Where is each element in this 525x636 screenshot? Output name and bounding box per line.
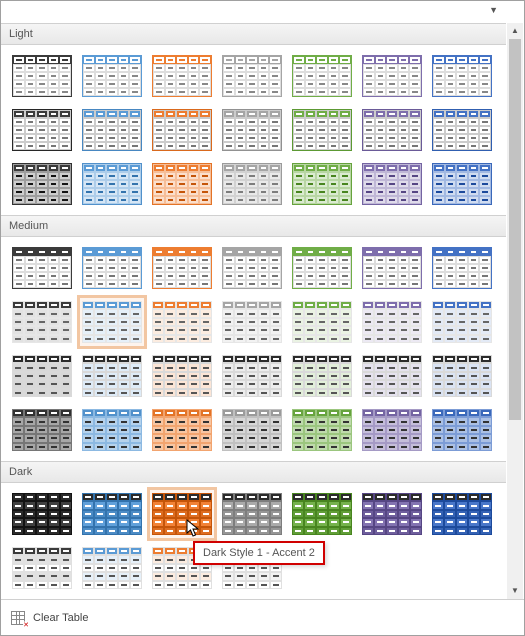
table-style-light1-accent2[interactable] (147, 49, 217, 103)
styles-panel: Light Medium Dark (1, 23, 506, 599)
table-style-light3-accent1[interactable] (77, 157, 147, 211)
table-style-light3-default[interactable] (7, 157, 77, 211)
table-style-medium1-accent2[interactable] (147, 241, 217, 295)
table-style-medium3-accent4[interactable] (287, 349, 357, 403)
table-style-medium3-accent5[interactable] (357, 349, 427, 403)
table-style-medium1-accent5[interactable] (357, 241, 427, 295)
table-style-medium1-accent1[interactable] (77, 241, 147, 295)
table-style-medium4-default[interactable] (7, 403, 77, 457)
dropdown-arrow-icon[interactable]: ▼ (489, 5, 498, 15)
table-style-medium2-accent5[interactable] (357, 295, 427, 349)
table-style-medium4-accent2[interactable] (147, 403, 217, 457)
clear-table-icon (11, 611, 25, 625)
scroll-thumb[interactable] (509, 39, 521, 420)
table-style-light1-accent1[interactable] (77, 49, 147, 103)
style-grid-medium (1, 237, 506, 461)
table-style-dark1-accent4[interactable] (287, 487, 357, 541)
table-style-light1-accent4[interactable] (287, 49, 357, 103)
section-header-light: Light (1, 23, 506, 45)
table-style-medium4-accent6[interactable] (427, 403, 497, 457)
section-header-dark: Dark (1, 461, 506, 483)
table-style-medium3-default[interactable] (7, 349, 77, 403)
table-style-dark1-default[interactable] (7, 487, 77, 541)
table-style-light3-accent5[interactable] (357, 157, 427, 211)
table-style-medium2-accent3[interactable] (217, 295, 287, 349)
table-style-medium4-accent4[interactable] (287, 403, 357, 457)
scroll-track[interactable] (507, 39, 523, 583)
table-style-light1-default[interactable] (7, 49, 77, 103)
table-style-light2-accent6[interactable] (427, 103, 497, 157)
section-header-medium: Medium (1, 215, 506, 237)
table-style-medium4-accent5[interactable] (357, 403, 427, 457)
table-style-medium2-default[interactable] (7, 295, 77, 349)
table-style-medium2-accent2[interactable] (147, 295, 217, 349)
table-style-light2-accent1[interactable] (77, 103, 147, 157)
table-style-light2-accent4[interactable] (287, 103, 357, 157)
table-style-light3-accent4[interactable] (287, 157, 357, 211)
table-style-light1-accent6[interactable] (427, 49, 497, 103)
table-style-dark1-accent3[interactable] (217, 487, 287, 541)
table-style-light3-accent2[interactable] (147, 157, 217, 211)
table-style-light2-accent3[interactable] (217, 103, 287, 157)
footer: Clear Table (1, 599, 524, 635)
table-style-medium3-accent3[interactable] (217, 349, 287, 403)
table-style-medium1-accent6[interactable] (427, 241, 497, 295)
style-grid-light (1, 45, 506, 215)
table-style-light1-accent3[interactable] (217, 49, 287, 103)
table-style-dark1-accent5[interactable] (357, 487, 427, 541)
table-style-light1-accent5[interactable] (357, 49, 427, 103)
scroll-down-icon[interactable]: ▼ (507, 583, 523, 599)
table-style-light3-accent3[interactable] (217, 157, 287, 211)
table-style-medium4-accent1[interactable] (77, 403, 147, 457)
table-style-medium2-accent6[interactable] (427, 295, 497, 349)
table-style-light2-accent2[interactable] (147, 103, 217, 157)
table-style-dark1-accent2[interactable] (147, 487, 217, 541)
scroll-up-icon[interactable]: ▲ (507, 23, 523, 39)
table-style-dark1-accent1[interactable] (77, 487, 147, 541)
table-style-medium3-accent2[interactable] (147, 349, 217, 403)
table-style-medium2-accent4[interactable] (287, 295, 357, 349)
table-style-medium3-accent1[interactable] (77, 349, 147, 403)
table-style-medium1-default[interactable] (7, 241, 77, 295)
clear-table-button[interactable]: Clear Table (33, 612, 88, 624)
tooltip: Dark Style 1 - Accent 2 (193, 541, 325, 565)
scrollbar[interactable]: ▲ ▼ (507, 23, 523, 599)
table-style-medium1-accent4[interactable] (287, 241, 357, 295)
table-style-light2-default[interactable] (7, 103, 77, 157)
table-style-medium1-accent3[interactable] (217, 241, 287, 295)
table-style-medium3-accent6[interactable] (427, 349, 497, 403)
table-style-dark1-accent6[interactable] (427, 487, 497, 541)
table-style-light2-accent5[interactable] (357, 103, 427, 157)
table-style-medium4-accent3[interactable] (217, 403, 287, 457)
table-style-light3-accent6[interactable] (427, 157, 497, 211)
table-style-dark2-default[interactable] (7, 541, 77, 595)
table-style-medium2-accent1[interactable] (77, 295, 147, 349)
tooltip-text: Dark Style 1 - Accent 2 (203, 547, 315, 559)
table-style-dark2-accent1[interactable] (77, 541, 147, 595)
